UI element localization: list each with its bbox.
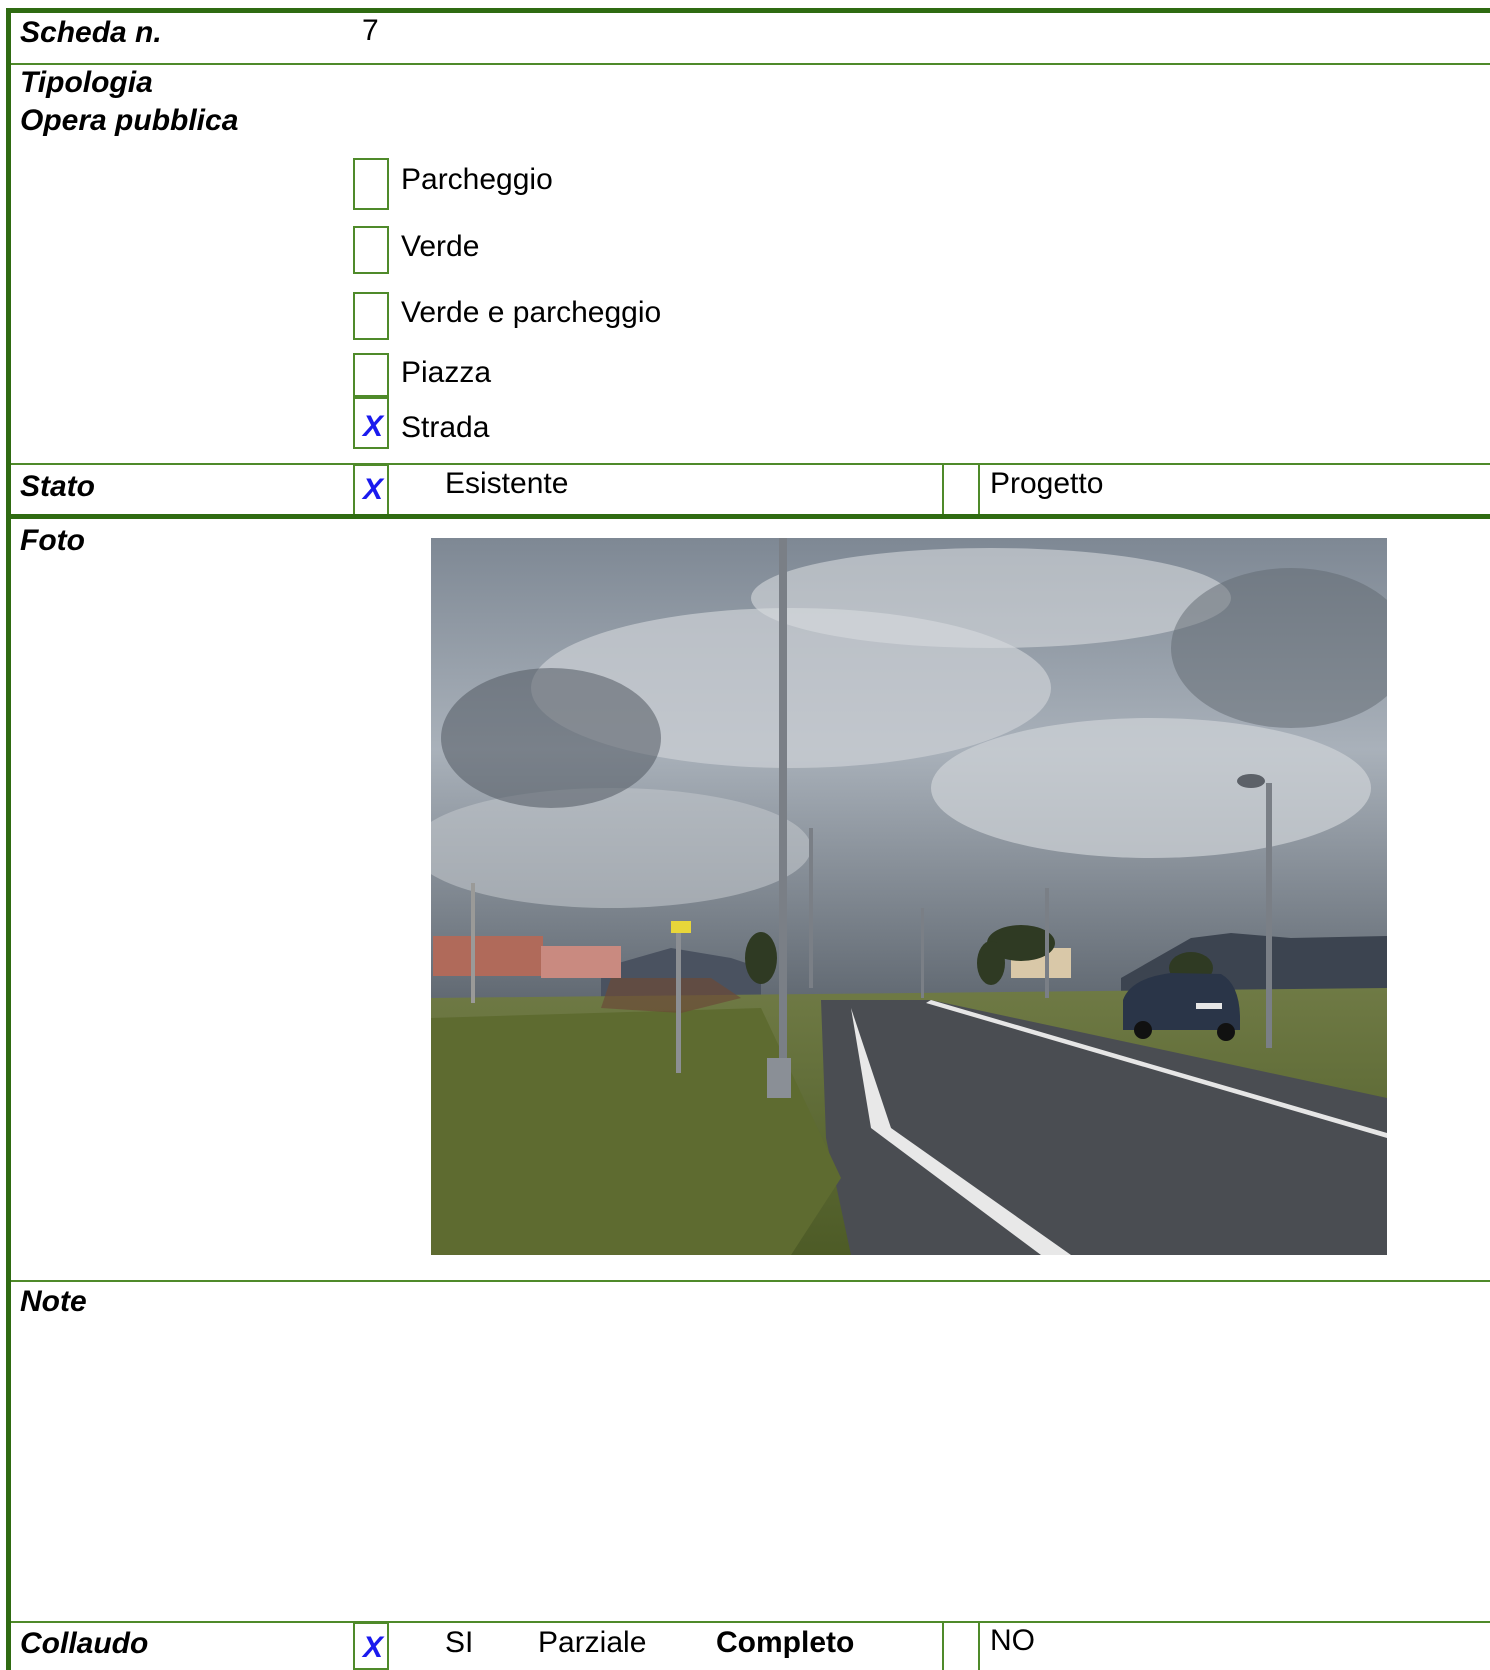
collaudo-completo-label: Completo: [716, 1626, 855, 1659]
option-piazza-label: Piazza: [401, 356, 492, 389]
divider-scheda-left: [11, 63, 353, 65]
option-strada-label: Strada: [401, 411, 490, 444]
top-border: [6, 8, 1490, 13]
checkbox-verde-e-parcheggio[interactable]: [353, 292, 389, 340]
checkbox-parcheggio[interactable]: [353, 158, 389, 210]
option-verde-e-parcheggio-label: Verde e parcheggio: [401, 296, 662, 329]
left-border: [6, 8, 11, 1670]
option-verde-label: Verde: [401, 230, 480, 263]
stato-label: Stato: [20, 470, 95, 503]
divider-scheda-right: [353, 63, 1490, 65]
divider-foto: [11, 1280, 1490, 1282]
tipologia-label-line1: Tipologia: [20, 66, 153, 99]
collaudo-divider-1: [942, 1622, 944, 1670]
checkbox-strada-mark: X: [363, 410, 384, 443]
collaudo-parziale-label: Parziale: [538, 1626, 647, 1659]
option-parcheggio-label: Parcheggio: [401, 163, 553, 196]
stato-progetto-label: Progetto: [990, 467, 1104, 500]
scheda-value: 7: [362, 14, 379, 47]
divider-tipologia: [11, 463, 1490, 465]
checkbox-esistente-mark: X: [363, 473, 384, 506]
stato-divider-2: [978, 464, 980, 516]
stato-esistente-label: Esistente: [445, 467, 569, 500]
collaudo-no-label: NO: [990, 1624, 1035, 1657]
foto-label: Foto: [20, 524, 85, 557]
road-photo: [431, 538, 1387, 1255]
checkbox-verde[interactable]: [353, 226, 389, 274]
collaudo-si-label: SI: [445, 1626, 474, 1659]
collaudo-label: Collaudo: [20, 1627, 149, 1660]
note-label: Note: [20, 1285, 87, 1318]
tipologia-label-line2: Opera pubblica: [20, 104, 239, 137]
divider-stato: [11, 514, 1490, 519]
checkbox-collaudo-si-mark: X: [363, 1631, 384, 1664]
divider-note: [11, 1621, 1490, 1623]
stato-divider-1: [942, 464, 944, 516]
scheda-label: Scheda n.: [20, 16, 162, 49]
collaudo-divider-2: [978, 1622, 980, 1670]
checkbox-piazza[interactable]: [353, 353, 389, 397]
